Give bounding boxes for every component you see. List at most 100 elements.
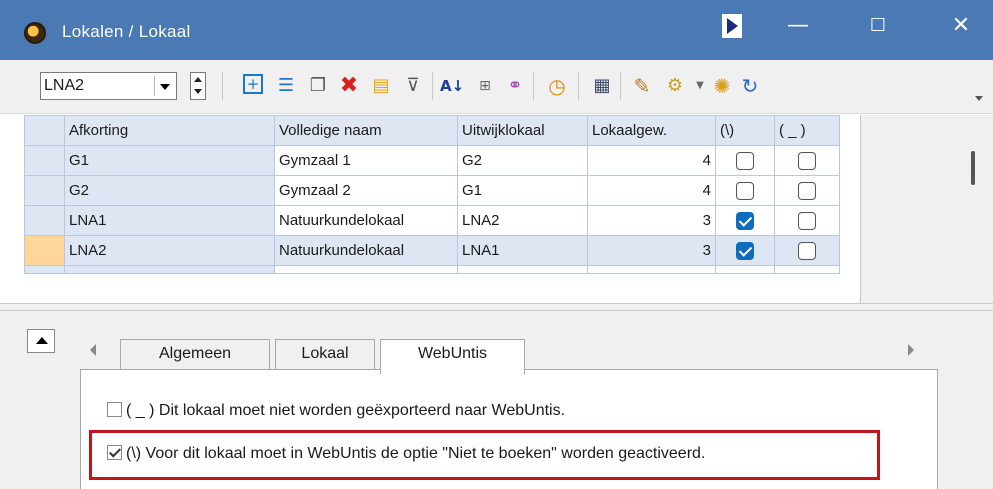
cell-empty — [774, 265, 840, 274]
new-item-icon[interactable]: ❐ — [306, 74, 330, 98]
checkbox[interactable] — [798, 181, 816, 200]
cell-niet-export[interactable] — [774, 175, 840, 206]
collapse-panel-button[interactable] — [27, 329, 55, 353]
cell-naam[interactable]: Gymzaal 2 — [274, 175, 458, 206]
tab-scroll-right-icon[interactable] — [908, 344, 914, 356]
clock-app-icon — [24, 22, 46, 44]
cell-niet-boeken[interactable] — [715, 235, 775, 266]
title-bar: Lokalen / Lokaal — ☐ ✕ — [0, 0, 993, 60]
cell-afkorting[interactable]: LNA1 — [64, 205, 275, 236]
toolbar: LNA2 + ☰ ❐ ✖ ▤ ⊽ A↓ ⊞ ⚭ ◷ ▦ ✎ ⚙ ▼ ✺ ↻ — [0, 60, 993, 114]
element-spinner[interactable] — [190, 72, 206, 100]
column-header[interactable]: (\) — [715, 115, 775, 146]
toolbar-separator — [533, 72, 534, 100]
cell-niet-export[interactable] — [774, 235, 840, 266]
element-selector[interactable]: LNA2 — [40, 72, 177, 100]
new-row-icon[interactable]: + — [243, 74, 263, 94]
scrollbar-thumb[interactable] — [971, 151, 975, 185]
highlight-annotation-box — [89, 430, 880, 480]
clock-icon[interactable]: ◷ — [545, 74, 569, 98]
cell-empty — [457, 265, 588, 274]
table-row-current[interactable]: LNA2 Natuurkundelokaal LNA1 3 — [24, 235, 840, 266]
cell-afkorting[interactable]: LNA2 — [64, 235, 275, 266]
checkbox[interactable] — [798, 151, 816, 170]
cell-uitwijk[interactable]: LNA1 — [457, 235, 588, 266]
edit-icon[interactable]: ▤ — [369, 74, 393, 98]
cell-empty — [274, 265, 458, 274]
minimize-button[interactable]: — — [775, 10, 821, 42]
column-header[interactable]: ( _ ) — [774, 115, 840, 146]
cell-naam[interactable]: Natuurkundelokaal — [274, 235, 458, 266]
cell-gewicht[interactable]: 4 — [587, 145, 716, 176]
palette-icon[interactable]: ✎ — [630, 74, 654, 98]
chevron-down-icon[interactable] — [154, 76, 174, 96]
document-settings-icon[interactable]: ⚙ — [663, 74, 687, 98]
table-row[interactable]: G2 Gymzaal 2 G1 4 — [24, 175, 840, 206]
table-row[interactable]: LNA1 Natuurkundelokaal LNA2 3 — [24, 205, 840, 236]
table-header-row: Afkorting Volledige naam Uitwijklokaal L… — [24, 115, 840, 146]
row-selector-header[interactable] — [24, 115, 65, 146]
run-icon[interactable] — [722, 14, 742, 38]
row-selector[interactable] — [24, 145, 65, 176]
gear-icon[interactable]: ✺ — [710, 74, 734, 98]
cell-gewicht[interactable]: 3 — [587, 235, 716, 266]
checkbox[interactable] — [798, 211, 816, 230]
chevron-down-icon[interactable]: ▼ — [688, 74, 712, 98]
toolbar-separator — [578, 72, 579, 100]
close-button[interactable]: ✕ — [938, 10, 984, 42]
refresh-icon[interactable]: ↻ — [738, 74, 762, 98]
checkbox[interactable] — [798, 241, 816, 260]
table-icon[interactable]: ⊞ — [473, 74, 497, 98]
row-selector[interactable] — [24, 205, 65, 236]
cell-niet-boeken[interactable] — [715, 145, 775, 176]
no-export-label: ( _ ) Dit lokaal moet niet worden geëxpo… — [126, 402, 566, 419]
toolbar-separator — [222, 72, 223, 100]
tab-scroll-left-icon[interactable] — [90, 344, 96, 356]
tab-lokaal[interactable]: Lokaal — [275, 339, 375, 369]
column-header[interactable]: Afkorting — [64, 115, 275, 146]
checkbox[interactable] — [736, 151, 754, 170]
cell-empty — [587, 265, 716, 274]
cell-uitwijk[interactable]: LNA2 — [457, 205, 588, 236]
list-icon[interactable]: ☰ — [274, 74, 298, 98]
cell-niet-boeken[interactable] — [715, 205, 775, 236]
cell-afkorting[interactable]: G2 — [64, 175, 275, 206]
cell-gewicht[interactable]: 4 — [587, 175, 716, 206]
checkbox[interactable] — [736, 241, 754, 260]
cell-uitwijk[interactable]: G1 — [457, 175, 588, 206]
cell-gewicht[interactable]: 3 — [587, 205, 716, 236]
cell-naam[interactable]: Gymzaal 1 — [274, 145, 458, 176]
column-header[interactable]: Volledige naam — [274, 115, 458, 146]
panel-splitter[interactable] — [0, 303, 993, 311]
column-header[interactable]: Uitwijklokaal — [457, 115, 588, 146]
rooms-table: Afkorting Volledige naam Uitwijklokaal L… — [24, 115, 840, 274]
maximize-button[interactable]: ☐ — [855, 10, 901, 42]
row-selector[interactable] — [24, 235, 65, 266]
element-selector-value: LNA2 — [44, 77, 85, 94]
checkbox[interactable] — [736, 211, 754, 230]
toolbar-overflow-icon[interactable] — [975, 96, 983, 101]
calendar-icon[interactable]: ▦ — [590, 74, 614, 98]
cell-naam[interactable]: Natuurkundelokaal — [274, 205, 458, 236]
cell-afkorting[interactable]: G1 — [64, 145, 275, 176]
row-selector — [24, 265, 65, 274]
cell-uitwijk[interactable]: G2 — [457, 145, 588, 176]
link-icon[interactable]: ⚭ — [503, 74, 527, 98]
cell-niet-boeken[interactable] — [715, 175, 775, 206]
table-row[interactable]: G1 Gymzaal 1 G2 4 — [24, 145, 840, 176]
no-export-checkbox[interactable] — [107, 402, 122, 417]
table-row-partial — [24, 265, 840, 274]
vertical-scrollbar[interactable] — [953, 115, 993, 303]
cell-niet-export[interactable] — [774, 205, 840, 236]
delete-icon[interactable]: ✖ — [337, 74, 361, 98]
sort-icon[interactable]: A↓ — [440, 74, 464, 98]
row-selector[interactable] — [24, 175, 65, 206]
checkbox[interactable] — [736, 181, 754, 200]
filter-icon[interactable]: ⊽ — [401, 74, 425, 98]
tab-webuntis[interactable]: WebUntis — [380, 339, 525, 374]
tab-algemeen[interactable]: Algemeen — [120, 339, 270, 369]
cell-niet-export[interactable] — [774, 145, 840, 176]
option-no-export[interactable]: ( _ ) Dit lokaal moet niet worden geëxpo… — [107, 402, 565, 420]
data-grid: Afkorting Volledige naam Uitwijklokaal L… — [24, 115, 993, 303]
column-header[interactable]: Lokaalgew. — [587, 115, 716, 146]
